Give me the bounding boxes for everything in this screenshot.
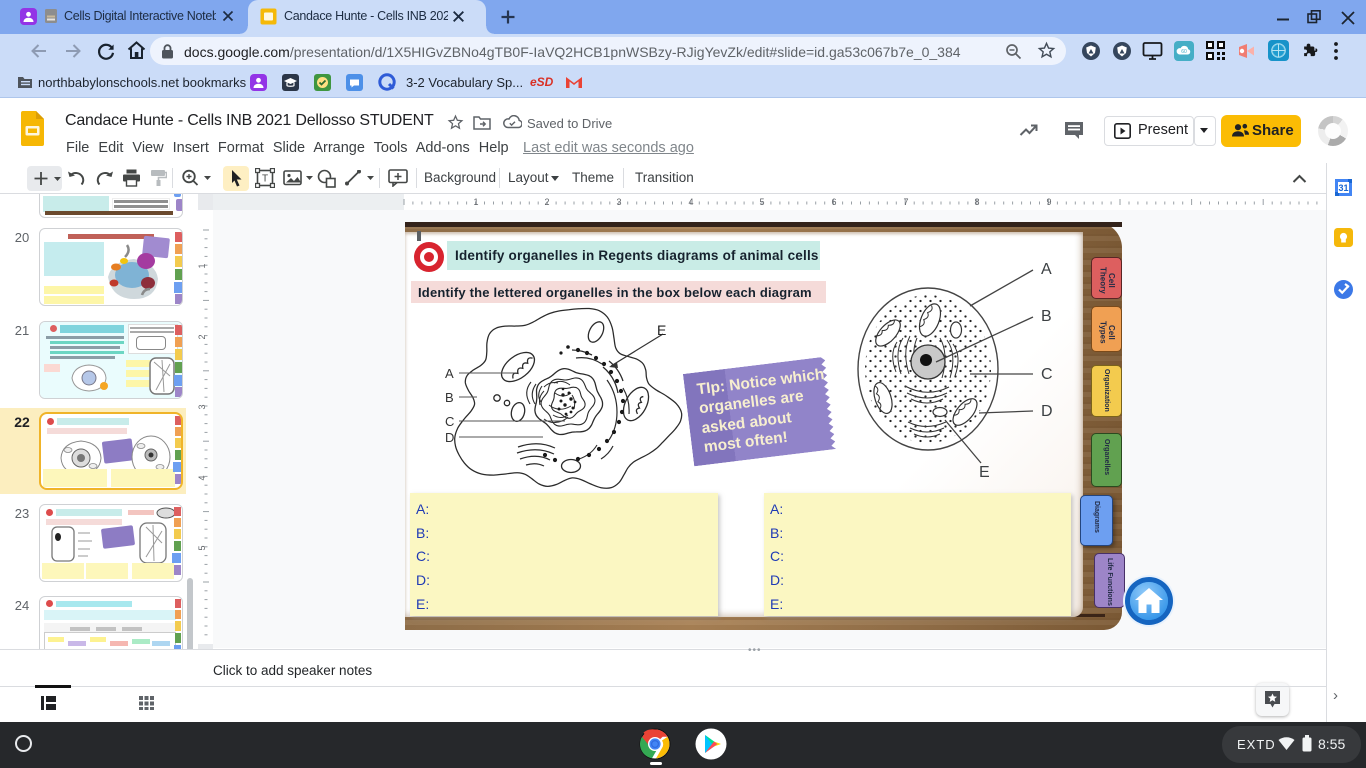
svg-text:3: 3 [616, 197, 621, 207]
svg-text:6: 6 [831, 197, 836, 207]
svg-text:2: 2 [544, 197, 549, 207]
svg-text:7: 7 [903, 197, 908, 207]
svg-text:4: 4 [688, 197, 693, 207]
svg-text:4: 4 [198, 475, 207, 480]
svg-text:5: 5 [759, 197, 764, 207]
svg-text:T: T [262, 174, 268, 185]
svg-text:8: 8 [974, 197, 979, 207]
svg-text:3: 3 [198, 404, 207, 409]
svg-text:60: 60 [1181, 49, 1187, 55]
svg-text:1: 1 [473, 197, 478, 207]
svg-text:9: 9 [1046, 197, 1051, 207]
svg-text:31: 31 [1338, 183, 1348, 193]
svg-text:5: 5 [198, 545, 207, 550]
svg-text:2: 2 [198, 334, 207, 339]
svg-text:1: 1 [198, 263, 207, 268]
